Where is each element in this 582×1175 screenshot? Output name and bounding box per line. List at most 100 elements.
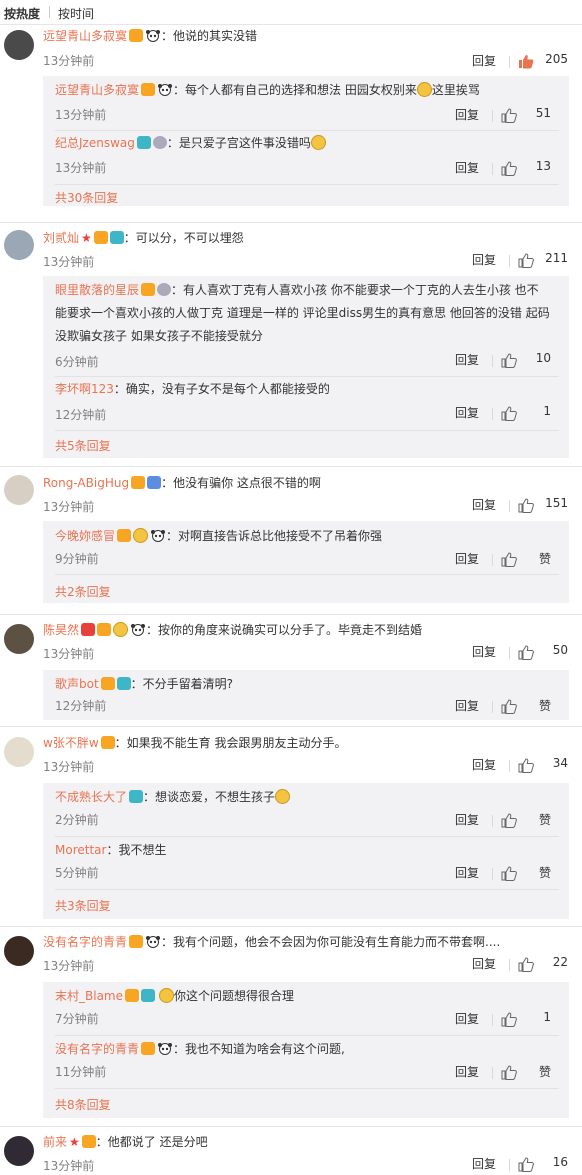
username[interactable]: 歌声bot xyxy=(55,677,99,691)
like-button[interactable]: 赞 xyxy=(501,1063,551,1083)
timestamp: 6分钟前 xyxy=(55,355,99,369)
like-button[interactable]: 赞 xyxy=(501,864,551,884)
username[interactable]: 李坏啊123 xyxy=(55,382,114,396)
reply-text-row: 末村_Blame 你这个问题想得很合理 xyxy=(55,986,561,1006)
avatar[interactable] xyxy=(4,475,34,505)
reply-button[interactable]: 回复 xyxy=(472,955,496,972)
timestamp: 13分钟前 xyxy=(55,161,107,175)
username[interactable]: 眼里散落的星辰 xyxy=(55,283,139,297)
username[interactable]: 今晚妳感冒 xyxy=(55,529,115,543)
username[interactable]: 没有名字的青青 xyxy=(43,935,127,949)
timestamp: 7分钟前 xyxy=(55,1012,99,1026)
timestamp: 5分钟前 xyxy=(55,866,99,880)
like-button[interactable]: 34 xyxy=(518,756,568,776)
timestamp: 12分钟前 xyxy=(55,699,107,713)
like-button[interactable]: 赞 xyxy=(501,697,551,717)
username[interactable]: w张不胖w xyxy=(43,736,99,750)
action-divider xyxy=(492,1014,493,1026)
panda-badge-icon xyxy=(146,30,161,42)
reply-button[interactable]: 回复 xyxy=(455,811,479,828)
comment-text: ：他说的其实没错 xyxy=(161,29,258,43)
thumbs-up-icon xyxy=(518,957,534,972)
reply-button[interactable]: 回复 xyxy=(472,643,496,660)
reply-button[interactable]: 回复 xyxy=(472,1155,496,1172)
like-button[interactable]: 51 xyxy=(501,106,551,126)
username[interactable]: 陈昊然 xyxy=(43,623,79,637)
like-button[interactable]: 1 xyxy=(501,1010,551,1030)
reply-button[interactable]: 回复 xyxy=(472,756,496,773)
reply-button[interactable]: 回复 xyxy=(455,1063,479,1080)
reply-divider xyxy=(55,574,559,575)
more-replies-link[interactable]: 共2条回复 xyxy=(55,583,111,600)
like-count: 10 xyxy=(535,351,551,365)
username[interactable]: 远望青山多寂寞 xyxy=(43,29,127,43)
reply-button[interactable]: 回复 xyxy=(455,106,479,123)
avatar[interactable] xyxy=(4,30,34,60)
like-button[interactable]: 211 xyxy=(518,251,568,271)
panda-badge-icon xyxy=(146,936,161,948)
like-button[interactable]: 151 xyxy=(518,496,568,516)
like-button[interactable]: 205 xyxy=(518,52,568,72)
vip-badge-icon xyxy=(100,677,115,690)
username[interactable]: Morettar xyxy=(55,843,106,857)
reply-text-row: 今晚妳感冒 ：对啊直接告诉总比他接受不了吊着你强 xyxy=(55,526,561,546)
avatar[interactable] xyxy=(4,1136,34,1166)
comment-item: 刘贰灿 ★ ：可以分，不可以埋怨 13分钟前 回复 211 眼里散落的星辰 ：有人喜欢… xyxy=(0,226,582,462)
reply-button[interactable]: 回复 xyxy=(455,351,479,368)
username[interactable]: 不成熟长大了 xyxy=(55,790,127,804)
like-button[interactable]: 50 xyxy=(518,643,568,663)
avatar[interactable] xyxy=(4,624,34,654)
reply-actions: 回复 10 xyxy=(431,351,551,371)
comment-actions: 回复 211 xyxy=(448,251,568,271)
username[interactable]: 纪总Jzenswag xyxy=(55,136,135,150)
sort-divider xyxy=(49,6,50,18)
like-button[interactable]: 10 xyxy=(501,351,551,371)
sort-by-hot[interactable]: 按热度 xyxy=(4,5,40,22)
timestamp: 2分钟前 xyxy=(55,813,99,827)
comment-text: ：他都说了 还是分吧 xyxy=(95,1135,208,1149)
reply-button[interactable]: 回复 xyxy=(472,52,496,69)
sort-by-time[interactable]: 按时间 xyxy=(58,5,94,22)
more-replies-link[interactable]: 共3条回复 xyxy=(55,897,111,914)
reply-button[interactable]: 回复 xyxy=(455,550,479,567)
more-replies-link[interactable]: 共8条回复 xyxy=(55,1096,111,1113)
username[interactable]: 前来 xyxy=(43,1135,67,1149)
like-button[interactable]: 赞 xyxy=(501,811,551,831)
avatar[interactable] xyxy=(4,737,34,767)
avatar[interactable] xyxy=(4,230,34,260)
reply-button[interactable]: 回复 xyxy=(455,404,479,421)
more-replies-link[interactable]: 共30条回复 xyxy=(55,189,118,206)
comment-actions: 回复 16 xyxy=(448,1155,568,1175)
comment-text-row: Rong-ABigHug ：他没有骗你 这点很不错的啊 xyxy=(43,473,574,493)
reply-button[interactable]: 回复 xyxy=(455,697,479,714)
username[interactable]: 末村_Blame xyxy=(55,989,123,1003)
username[interactable]: 没有名字的青青 xyxy=(55,1042,139,1056)
reply-button[interactable]: 回复 xyxy=(455,159,479,176)
like-button[interactable]: 赞 xyxy=(501,550,551,570)
reply-button[interactable]: 回复 xyxy=(455,1010,479,1027)
username[interactable]: 刘贰灿 xyxy=(43,231,79,245)
username[interactable]: 远望青山多寂寞 xyxy=(55,83,139,97)
avatar[interactable] xyxy=(4,936,34,966)
reply-actions: 回复 赞 xyxy=(431,864,551,884)
like-button[interactable]: 16 xyxy=(518,1155,568,1175)
username[interactable]: Rong-ABigHug xyxy=(43,476,129,490)
reply-text: ：每个人都有自己的选择和想法 田园女权别来 xyxy=(173,83,417,97)
reply-button[interactable]: 回复 xyxy=(472,496,496,513)
vip-badge-icon xyxy=(141,83,156,96)
reply-actions: 回复 51 xyxy=(431,106,551,126)
phone-badge-icon xyxy=(147,476,162,489)
like-button[interactable]: 1 xyxy=(501,404,551,424)
timestamp: 9分钟前 xyxy=(55,552,99,566)
thumbs-up-icon xyxy=(518,758,534,773)
comment-actions: 回复 151 xyxy=(448,496,568,516)
reply-actions: 回复 赞 xyxy=(431,697,551,717)
more-replies-link[interactable]: 共5条回复 xyxy=(55,437,111,454)
like-button[interactable]: 13 xyxy=(501,159,551,179)
like-count: 50 xyxy=(552,643,568,657)
reply-button[interactable]: 回复 xyxy=(455,864,479,881)
comment-item: 前来 ★ ：他都说了 还是分吧 13分钟前 回复 16 xyxy=(0,1132,582,1175)
reply-actions: 回复 1 xyxy=(431,1010,551,1030)
reply-button[interactable]: 回复 xyxy=(472,251,496,268)
like-button[interactable]: 22 xyxy=(518,955,568,975)
